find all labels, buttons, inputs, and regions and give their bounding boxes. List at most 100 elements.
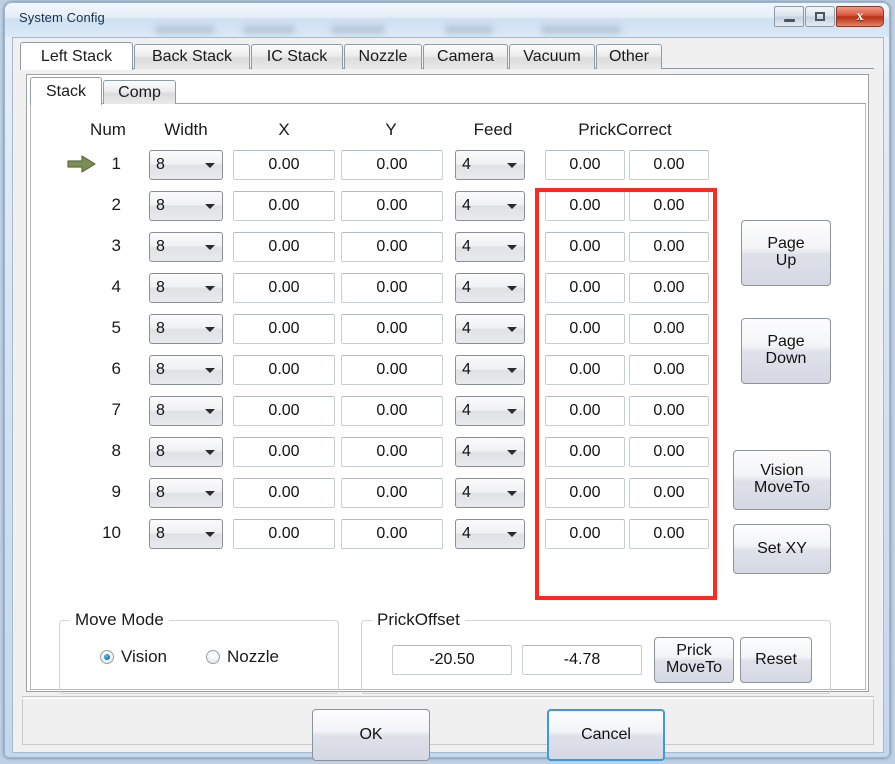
prick-offset-x-input[interactable]: -20.50	[392, 645, 512, 675]
width-select[interactable]: 8	[149, 396, 223, 426]
prickcorrect-1-input[interactable]: 0.00	[545, 355, 625, 385]
outer-tab-vacuum[interactable]: Vacuum	[509, 44, 595, 69]
prickcorrect-1-input[interactable]: 0.00	[545, 314, 625, 344]
maximize-icon	[815, 12, 825, 21]
prickcorrect-1-input[interactable]: 0.00	[545, 273, 625, 303]
outer-tab-other[interactable]: Other	[596, 44, 662, 69]
y-input[interactable]: 0.00	[341, 437, 443, 467]
prickcorrect-1-input[interactable]: 0.00	[545, 437, 625, 467]
chevron-down-icon	[507, 409, 517, 414]
prickcorrect-1-input[interactable]: 0.00	[545, 396, 625, 426]
x-input[interactable]: 0.00	[233, 314, 335, 344]
cancel-button[interactable]: Cancel	[547, 709, 665, 761]
outer-tab-left-stack[interactable]: Left Stack	[20, 42, 133, 70]
x-input[interactable]: 0.00	[233, 191, 335, 221]
outer-tab-back-stack[interactable]: Back Stack	[134, 44, 250, 69]
prickcorrect-2-input[interactable]: 0.00	[629, 314, 709, 344]
width-select[interactable]: 8	[149, 355, 223, 385]
prickcorrect-1-input[interactable]: 0.00	[545, 150, 625, 180]
feed-select[interactable]: 4	[455, 478, 525, 508]
prickcorrect-1-input[interactable]: 0.00	[545, 191, 625, 221]
radio-nozzle-indicator	[206, 650, 220, 664]
width-select-value: 8	[156, 361, 165, 378]
y-input[interactable]: 0.00	[341, 355, 443, 385]
x-input[interactable]: 0.00	[233, 150, 335, 180]
outer-tab-camera[interactable]: Camera	[423, 44, 508, 69]
width-select[interactable]: 8	[149, 232, 223, 262]
chevron-down-icon	[507, 245, 517, 250]
inner-tab-comp[interactable]: Comp	[103, 80, 176, 104]
width-select[interactable]: 8	[149, 273, 223, 303]
feed-select[interactable]: 4	[455, 314, 525, 344]
y-input[interactable]: 0.00	[341, 478, 443, 508]
feed-select[interactable]: 4	[455, 273, 525, 303]
prickcorrect-2-input[interactable]: 0.00	[629, 519, 709, 549]
y-input[interactable]: 0.00	[341, 396, 443, 426]
maximize-button[interactable]	[805, 6, 835, 27]
feed-select[interactable]: 4	[455, 519, 525, 549]
prickcorrect-2-input[interactable]: 0.00	[629, 273, 709, 303]
reset-button[interactable]: Reset	[740, 637, 812, 683]
prick-offset-title: PrickOffset	[372, 610, 465, 630]
y-input[interactable]: 0.00	[341, 519, 443, 549]
prickcorrect-1-input[interactable]: 0.00	[545, 519, 625, 549]
y-input[interactable]: 0.00	[341, 191, 443, 221]
prick-moveto-button[interactable]: Prick MoveTo	[654, 637, 734, 683]
width-select[interactable]: 8	[149, 478, 223, 508]
feed-select[interactable]: 4	[455, 232, 525, 262]
minimize-button[interactable]	[774, 6, 804, 27]
radio-vision[interactable]: Vision	[100, 647, 167, 667]
close-button[interactable]: x	[836, 6, 884, 27]
x-input[interactable]: 0.00	[233, 355, 335, 385]
set-xy-button[interactable]: Set XY	[733, 524, 831, 574]
chevron-down-icon	[205, 286, 215, 291]
x-input[interactable]: 0.00	[233, 273, 335, 303]
outer-tab-nozzle[interactable]: Nozzle	[344, 44, 422, 69]
page-down-button[interactable]: Page Down	[741, 318, 831, 384]
prickcorrect-2-input[interactable]: 0.00	[629, 150, 709, 180]
width-select-value: 8	[156, 402, 165, 419]
row-number: 3	[111, 236, 121, 255]
chevron-down-icon	[205, 204, 215, 209]
x-input[interactable]: 0.00	[233, 232, 335, 262]
outer-tab-label: Left Stack	[40, 47, 113, 65]
x-input[interactable]: 0.00	[233, 396, 335, 426]
feed-select[interactable]: 4	[455, 191, 525, 221]
window-titlebar[interactable]: System Config x	[5, 3, 889, 37]
y-input[interactable]: 0.00	[341, 314, 443, 344]
feed-select[interactable]: 4	[455, 437, 525, 467]
prickcorrect-2-input[interactable]: 0.00	[629, 478, 709, 508]
x-input[interactable]: 0.00	[233, 437, 335, 467]
y-input[interactable]: 0.00	[341, 273, 443, 303]
width-select-value: 8	[156, 197, 165, 214]
prickcorrect-2-input[interactable]: 0.00	[629, 437, 709, 467]
feed-select-value: 4	[462, 525, 471, 542]
feed-select[interactable]: 4	[455, 150, 525, 180]
radio-nozzle[interactable]: Nozzle	[206, 647, 279, 667]
ok-button[interactable]: OK	[312, 709, 430, 761]
outer-tab-ic-stack[interactable]: IC Stack	[251, 44, 343, 69]
vision-moveto-button[interactable]: Vision MoveTo	[733, 450, 831, 510]
width-select[interactable]: 8	[149, 437, 223, 467]
prickcorrect-1-input[interactable]: 0.00	[545, 232, 625, 262]
prickcorrect-2-input[interactable]: 0.00	[629, 396, 709, 426]
inner-tab-stack[interactable]: Stack	[30, 77, 102, 105]
x-input[interactable]: 0.00	[233, 478, 335, 508]
prickcorrect-2-input[interactable]: 0.00	[629, 191, 709, 221]
page-up-button[interactable]: Page Up	[741, 220, 831, 286]
prickcorrect-1-input[interactable]: 0.00	[545, 478, 625, 508]
feed-select[interactable]: 4	[455, 355, 525, 385]
y-input[interactable]: 0.00	[341, 150, 443, 180]
width-select[interactable]: 8	[149, 150, 223, 180]
chevron-down-icon	[205, 245, 215, 250]
width-select[interactable]: 8	[149, 191, 223, 221]
width-select[interactable]: 8	[149, 314, 223, 344]
prickcorrect-2-input[interactable]: 0.00	[629, 355, 709, 385]
left-stack-tab-page: Stack Comp Num Width X Y Feed PrickCorrect 1 8 0.…	[26, 74, 869, 694]
prickcorrect-2-input[interactable]: 0.00	[629, 232, 709, 262]
feed-select[interactable]: 4	[455, 396, 525, 426]
width-select[interactable]: 8	[149, 519, 223, 549]
y-input[interactable]: 0.00	[341, 232, 443, 262]
prick-offset-y-input[interactable]: -4.78	[522, 645, 642, 675]
x-input[interactable]: 0.00	[233, 519, 335, 549]
